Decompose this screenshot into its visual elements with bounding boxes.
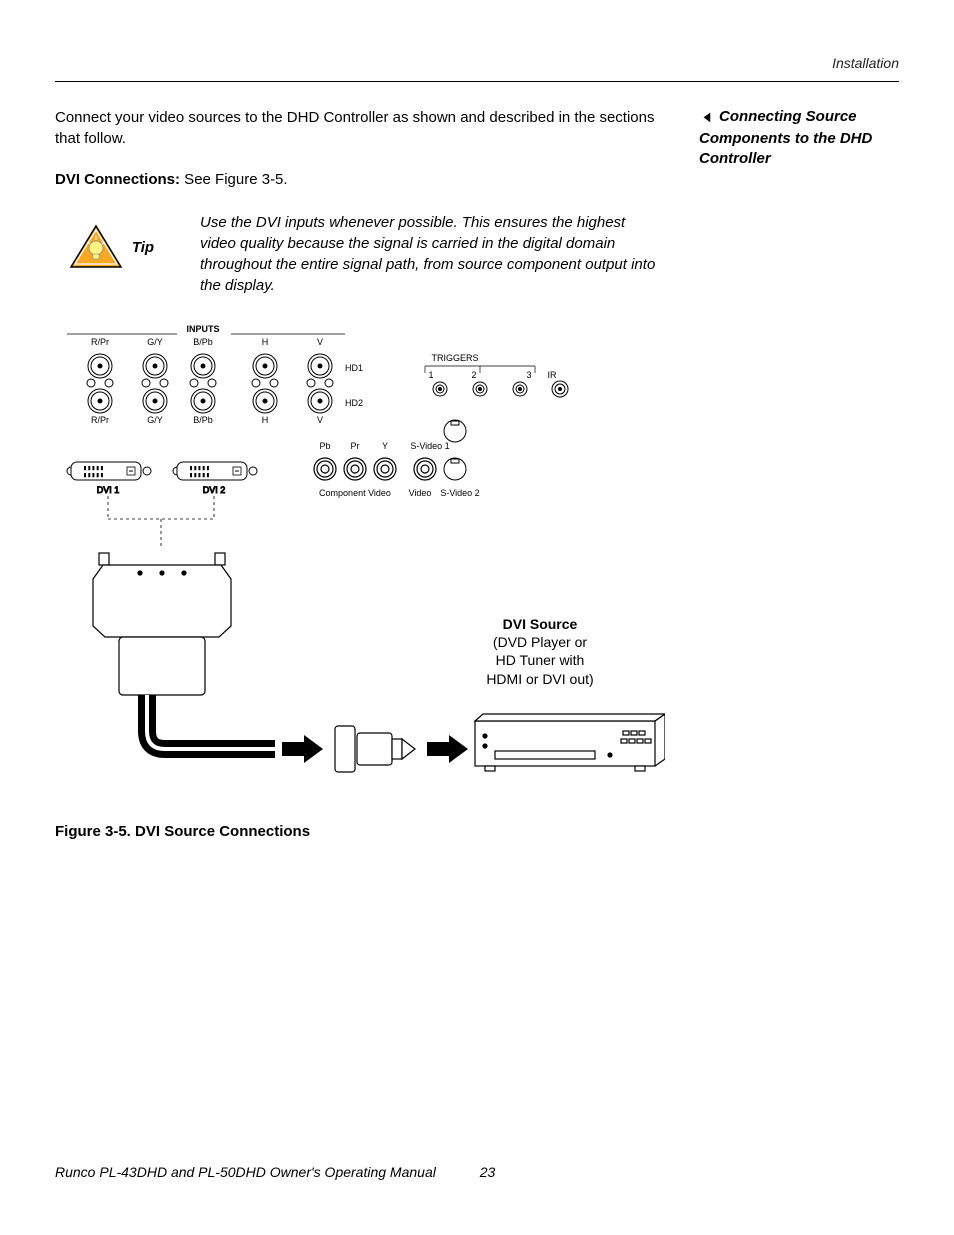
lbl-gy: G/Y [147,337,163,347]
intro-paragraph: Connect your video sources to the DHD Co… [55,107,664,149]
lbl-dvi1: DVI 1 [97,485,120,495]
tip-icon-wrap: Tip [55,212,165,272]
footer-manual: Runco PL-43DHD and PL-50DHD Owner's Oper… [55,1164,436,1180]
top-row-labels: R/Pr G/Y B/Pb H V [91,337,323,347]
lbl2-bpb: B/Pb [193,415,213,425]
lbl2-gy: G/Y [147,415,163,425]
lbl-pb: Pb [319,441,330,451]
lbl2-v: V [317,415,323,425]
lbl-v: V [317,337,323,347]
dvi-source-label: DVI Source (DVD Player or HD Tuner with … [450,615,630,688]
lbl-ir: IR [548,370,558,380]
main-column: Connect your video sources to the DHD Co… [55,107,664,840]
svg-text:▮▮▮▮▮: ▮▮▮▮▮ [189,471,210,479]
lbl-rpr: R/Pr [91,337,109,347]
lbl-pr: Pr [351,441,360,451]
dvi-source-l3: HDMI or DVI out) [486,671,593,687]
lbl-hd1: HD1 [345,363,363,373]
trig-1: 1 [428,370,433,380]
side-heading-text: Connecting Source Components to the DHD … [699,108,872,167]
lbl-svid2: S-Video 2 [440,488,479,498]
side-heading: ◄ Connecting Source Components to the DH… [699,107,899,169]
lbl-video: Video [409,488,432,498]
inputs-title-text: INPUTS [186,324,219,334]
header-rule [55,81,899,82]
tip-text: Use the DVI inputs whenever possible. Th… [200,212,664,296]
side-column: ◄ Connecting Source Components to the DH… [699,107,899,840]
header-section: Installation [55,55,899,81]
footer-page: 23 [480,1164,496,1180]
inputs-title: INPUTS [186,324,219,334]
lbl-h: H [262,337,269,347]
dvi-source-bold: DVI Source [503,616,578,632]
triggers-title: TRIGGERS [431,353,478,363]
trig-3: 3 [526,370,531,380]
lbl-hd2: HD2 [345,398,363,408]
tip-icon [66,222,126,272]
lbl2-rpr: R/Pr [91,415,109,425]
lbl2-h: H [262,415,269,425]
dvi-connections-subhead: DVI Connections: See Figure 3-5. [55,169,664,190]
dvi-source-l1: (DVD Player or [493,634,587,650]
lbl-y: Y [382,441,388,451]
diagram: INPUTS R/Pr G/Y B/Pb H V [55,321,664,801]
dvi-source-l2: HD Tuner with [496,652,585,668]
figure-caption: Figure 3-5. DVI Source Connections [55,823,664,840]
lbl-dvi2: DVI 2 [203,485,226,495]
content-row: Connect your video sources to the DHD Co… [55,107,899,840]
svg-text:▮▮▮▮▮: ▮▮▮▮▮ [83,471,104,479]
lbl-bpb: B/Pb [193,337,213,347]
side-arrow-icon: ◄ [701,107,712,129]
tip-label: Tip [132,239,154,256]
subhead-bold: DVI Connections: [55,171,180,188]
subhead-rest: See Figure 3-5. [180,171,288,188]
footer: Runco PL-43DHD and PL-50DHD Owner's Oper… [55,1164,495,1180]
lbl-compvid: Component Video [319,488,391,498]
lbl-svid1: S-Video 1 [410,441,449,451]
trig-2: 2 [471,370,476,380]
tip-box: Tip Use the DVI inputs whenever possible… [55,212,664,296]
